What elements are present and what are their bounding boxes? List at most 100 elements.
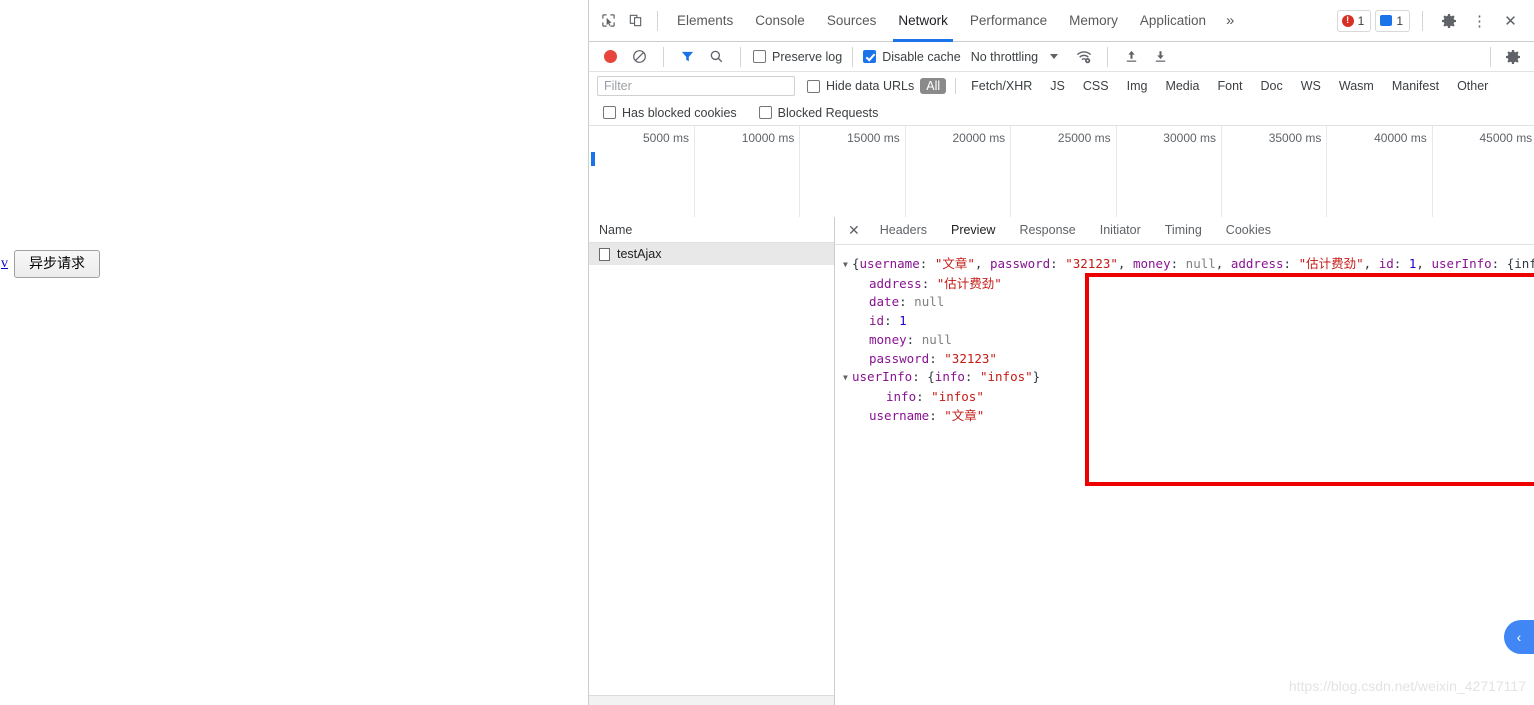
network-overview-timeline[interactable]: 5000 ms 10000 ms 15000 ms 20000 ms 25000 ms 3… (589, 126, 1534, 218)
json-token: : {info: "infos"}} (1491, 256, 1534, 271)
table-row[interactable]: testAjax (589, 243, 834, 265)
filter-type-wasm[interactable]: Wasm (1333, 78, 1380, 94)
filter-type-js[interactable]: JS (1044, 78, 1071, 94)
json-line[interactable]: info: "infos" (843, 388, 1534, 407)
disclosure-triangle-icon[interactable]: ▼ (843, 369, 852, 388)
json-token: : (916, 388, 932, 404)
message-count-badge[interactable]: 1 (1375, 9, 1410, 32)
async-request-button[interactable]: 异步请求 (14, 250, 100, 279)
json-token: , (1416, 256, 1432, 271)
overview-tick-label: 30000 ms (1163, 131, 1216, 145)
tab-performance[interactable]: Performance (959, 0, 1058, 42)
filter-type-all[interactable]: All (920, 78, 947, 94)
tab-timing[interactable]: Timing (1154, 217, 1213, 244)
json-token: "infos" (979, 369, 1033, 385)
export-har-icon[interactable] (1147, 43, 1174, 70)
tab-initiator[interactable]: Initiator (1089, 217, 1152, 244)
hide-data-urls-checkbox[interactable]: Hide data URLs (807, 79, 914, 93)
json-token: username (859, 256, 920, 271)
network-split-view: Name testAjax ✕ Headers Preview Response… (589, 217, 1534, 705)
overview-gridline (904, 126, 906, 217)
device-toolbar-icon[interactable] (622, 7, 649, 34)
throttling-select[interactable]: No throttling (971, 50, 1038, 64)
close-detail-icon[interactable]: ✕ (841, 217, 867, 244)
disable-cache-checkbox[interactable]: Disable cache (863, 50, 961, 64)
kebab-menu-icon[interactable]: ⋮ (1466, 7, 1493, 34)
filter-type-media[interactable]: Media (1159, 78, 1205, 94)
hide-data-urls-box (807, 79, 820, 93)
json-token: userInfo (1431, 256, 1492, 271)
filter-type-css[interactable]: CSS (1077, 78, 1115, 94)
json-token: username (869, 407, 930, 423)
error-count-label: 1 (1357, 13, 1365, 28)
error-count-badge[interactable]: 1 (1336, 9, 1372, 32)
tab-memory[interactable]: Memory (1058, 0, 1129, 42)
gear-icon[interactable] (1435, 7, 1462, 34)
json-line[interactable]: address: "估计费劲" (843, 275, 1534, 294)
close-icon[interactable]: ✕ (1497, 7, 1524, 34)
chevron-down-icon[interactable] (1050, 54, 1059, 59)
import-har-icon[interactable] (1118, 43, 1145, 70)
json-token: : (929, 407, 945, 423)
disclosure-triangle-icon[interactable]: ▼ (843, 256, 852, 275)
json-line[interactable]: password: "32123" (843, 350, 1534, 369)
web-page-content: v 异步请求 (0, 0, 588, 705)
json-token: "32123" (944, 350, 997, 366)
tab-application[interactable]: Application (1129, 0, 1217, 42)
network-conditions-icon[interactable] (1070, 43, 1097, 70)
filter-type-doc[interactable]: Doc (1255, 78, 1289, 94)
tab-network[interactable]: Network (887, 0, 959, 42)
preview-content-area[interactable]: ▼ {username: "文章", password: "32123", mon… (835, 245, 1534, 705)
tab-cookies[interactable]: Cookies (1215, 217, 1282, 244)
page-controls-row: v 异步请求 (0, 250, 100, 279)
filter-icon[interactable] (674, 43, 701, 70)
json-line[interactable]: id: 1 (843, 312, 1534, 331)
tabbar-right-group: 1 1 ⋮ ✕ (1336, 7, 1528, 34)
filter-type-ws[interactable]: WS (1295, 78, 1327, 94)
json-token: money (869, 331, 907, 347)
search-icon[interactable] (703, 43, 730, 70)
json-token: "估计费劲" (1298, 256, 1364, 271)
more-tabs-icon[interactable]: » (1217, 0, 1243, 42)
json-line[interactable]: date: null (843, 293, 1534, 312)
json-line[interactable]: ▼ userInfo: {info: "infos"} (843, 368, 1534, 388)
page-link[interactable]: v (0, 256, 8, 272)
record-button[interactable] (597, 43, 624, 70)
json-token: "估计费劲" (936, 275, 1002, 291)
json-token: id (869, 313, 885, 329)
hide-data-urls-label: Hide data URLs (826, 79, 915, 93)
tab-elements[interactable]: Elements (666, 0, 744, 42)
blocked-requests-label: Blocked Requests (777, 105, 879, 120)
has-blocked-cookies-checkbox[interactable]: Has blocked cookies (603, 106, 737, 120)
request-list-header[interactable]: Name (589, 217, 834, 243)
blocked-requests-checkbox[interactable]: Blocked Requests (758, 105, 879, 120)
json-preview-tree[interactable]: ▼ {username: "文章", password: "32123", mon… (843, 255, 1534, 425)
json-line[interactable]: ▼ {username: "文章", password: "32123", mon… (843, 255, 1534, 275)
overview-tick-label: 5000 ms (642, 131, 689, 145)
filter-type-img[interactable]: Img (1121, 78, 1154, 94)
filter-type-font[interactable]: Font (1211, 78, 1248, 94)
overview-request-bar (591, 152, 595, 166)
preserve-log-checkbox[interactable]: Preserve log (753, 50, 842, 64)
request-list-body (589, 265, 834, 695)
clear-button[interactable] (626, 43, 653, 70)
json-token: null (1185, 256, 1216, 271)
tab-headers[interactable]: Headers (869, 217, 938, 244)
json-token: : (929, 350, 945, 366)
network-toolbar: Preserve log Disable cache No throttling (589, 42, 1534, 72)
network-settings-gear-icon[interactable] (1499, 43, 1526, 70)
filter-input[interactable] (597, 76, 795, 96)
json-line[interactable]: money: null (843, 331, 1534, 350)
sidebar-toggle-button[interactable]: ‹ (1504, 620, 1534, 654)
tab-sources[interactable]: Sources (816, 0, 888, 42)
filter-type-other[interactable]: Other (1451, 78, 1494, 94)
filter-type-manifest[interactable]: Manifest (1386, 78, 1445, 94)
json-line[interactable]: username: "文章" (843, 407, 1534, 426)
filter-type-fetch-xhr[interactable]: Fetch/XHR (965, 78, 1038, 94)
tab-response[interactable]: Response (1008, 217, 1086, 244)
json-token: null (921, 331, 952, 347)
toolbar-divider-4 (1107, 46, 1109, 67)
tab-console[interactable]: Console (744, 0, 816, 42)
inspect-element-icon[interactable] (595, 7, 622, 34)
tab-preview[interactable]: Preview (940, 217, 1006, 244)
